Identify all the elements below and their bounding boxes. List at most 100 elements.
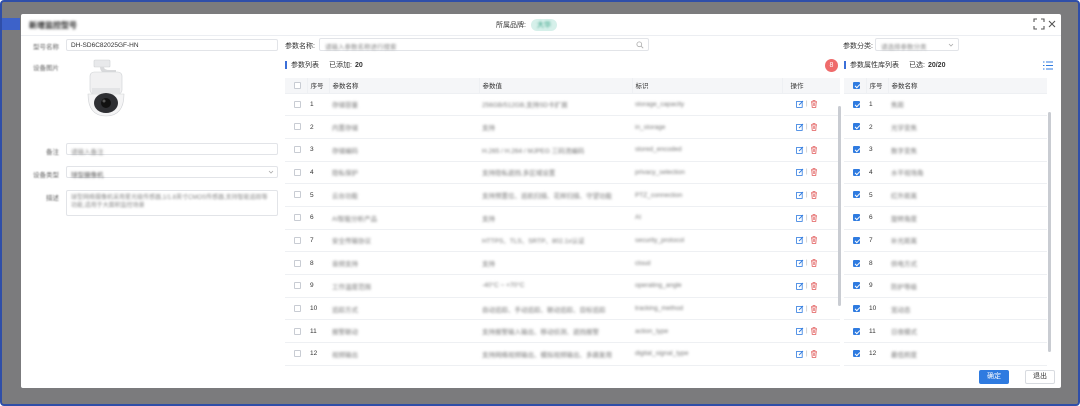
delete-badge[interactable]: 8 <box>825 59 838 72</box>
row-checkbox[interactable] <box>294 259 301 267</box>
edit-icon[interactable] <box>796 259 804 267</box>
row-checkbox[interactable] <box>853 168 860 176</box>
row-checkbox[interactable] <box>853 100 860 108</box>
row-checkbox-cell[interactable] <box>285 206 307 230</box>
select-all-cell[interactable] <box>844 78 866 94</box>
row-checkbox[interactable] <box>294 146 301 154</box>
row-checkbox-cell[interactable] <box>844 274 866 298</box>
delete-icon[interactable] <box>810 145 818 154</box>
row-checkbox-cell[interactable] <box>285 161 307 185</box>
delete-icon[interactable] <box>810 236 818 245</box>
row-checkbox[interactable] <box>294 100 301 108</box>
row-checkbox-cell[interactable] <box>844 138 866 162</box>
row-checkbox-cell[interactable] <box>285 229 307 253</box>
row-checkbox[interactable] <box>853 146 860 154</box>
list-item[interactable]: 4 水平视场角 <box>844 161 1047 185</box>
select-all-checkbox[interactable] <box>852 81 860 89</box>
row-checkbox-cell[interactable] <box>844 183 866 207</box>
select-all-cell[interactable] <box>285 78 307 94</box>
row-checkbox[interactable] <box>294 191 301 199</box>
delete-icon[interactable] <box>810 259 818 267</box>
row-checkbox-cell[interactable] <box>844 342 866 366</box>
delete-icon[interactable] <box>810 327 818 336</box>
row-checkbox-cell[interactable] <box>844 161 866 185</box>
row-checkbox[interactable] <box>853 191 860 199</box>
row-checkbox-cell[interactable] <box>285 297 307 321</box>
row-checkbox[interactable] <box>294 236 301 244</box>
list-item[interactable]: 12 最低照度 <box>844 342 1047 366</box>
table-row[interactable]: 9 工作温度范围 -40°C ~ +70°C operating_angle | <box>285 274 840 298</box>
edit-icon[interactable] <box>796 350 804 358</box>
library-table-scrollbar[interactable] <box>1048 112 1051 352</box>
param-table-scrollbar[interactable] <box>838 106 841 306</box>
edit-icon[interactable] <box>796 282 804 290</box>
table-row[interactable]: 1 存储容量 256GB/512GB,支持SD卡扩展 storage_capacity… <box>285 93 840 117</box>
table-row[interactable]: 11 报警联动 支持报警输入输出、移动侦测、遮挡报警 action_type | <box>285 319 840 344</box>
close-icon[interactable] <box>1047 19 1057 29</box>
row-checkbox-cell[interactable] <box>285 115 307 139</box>
confirm-button[interactable]: 确定 <box>979 370 1009 384</box>
table-row[interactable]: 10 追踪方式 自动追踪、手动追踪、联动追踪、目标追踪 tracking_method… <box>285 297 840 321</box>
table-row[interactable]: 2 内置存储 支持 in_storage | <box>285 115 840 139</box>
table-row[interactable]: 4 隐私保护 支持隐私遮挡,多区域设置 privacy_selection | <box>285 161 840 185</box>
list-item[interactable]: 6 旋转角度 <box>844 206 1047 230</box>
row-checkbox[interactable] <box>853 304 860 312</box>
row-checkbox-cell[interactable] <box>285 183 307 207</box>
delete-icon[interactable] <box>810 213 818 222</box>
edit-icon[interactable] <box>796 236 804 245</box>
row-checkbox[interactable] <box>853 350 860 358</box>
row-checkbox-cell[interactable] <box>844 206 866 230</box>
exit-button[interactable]: 退出 <box>1025 370 1055 384</box>
edit-icon[interactable] <box>796 327 804 336</box>
edit-icon[interactable] <box>796 146 804 154</box>
edit-icon[interactable] <box>796 168 804 177</box>
row-checkbox-cell[interactable] <box>844 319 866 344</box>
table-row[interactable]: 6 AI智能分析产品 支持 AI | <box>285 206 840 230</box>
delete-icon[interactable] <box>810 304 818 313</box>
edit-icon[interactable] <box>796 305 804 313</box>
table-row[interactable]: 8 音频支持 支持 cloud | <box>285 251 840 275</box>
category-select[interactable]: 请选择参数分类 <box>875 38 959 51</box>
row-checkbox[interactable] <box>294 123 301 131</box>
list-item[interactable]: 10 宽动态 <box>844 297 1047 321</box>
row-checkbox[interactable] <box>853 327 860 335</box>
list-item[interactable]: 9 防护等级 <box>844 274 1047 298</box>
search-icon[interactable] <box>636 41 644 49</box>
row-checkbox[interactable] <box>853 236 860 244</box>
delete-icon[interactable] <box>810 191 818 199</box>
row-checkbox[interactable] <box>294 304 301 312</box>
list-item[interactable]: 7 补光距离 <box>844 229 1047 253</box>
edit-icon[interactable] <box>796 214 804 222</box>
delete-icon[interactable] <box>810 100 818 109</box>
list-item[interactable]: 11 日夜模式 <box>844 319 1047 344</box>
table-row[interactable]: 3 存储编码 H.265 / H.264 / MJPEG 三码流编码 stored_e… <box>285 138 840 162</box>
select-all-checkbox[interactable] <box>293 81 301 89</box>
row-checkbox-cell[interactable] <box>844 229 866 253</box>
row-checkbox[interactable] <box>294 168 301 176</box>
description-textarea[interactable]: 球型网络摄像机采用星光级传感器,1/1.8英寸CMOS传感器,支持智能追踪等功能… <box>66 190 278 216</box>
param-search-input[interactable]: 请输入参数名称进行搜索 <box>319 38 649 51</box>
row-checkbox[interactable] <box>853 214 860 222</box>
row-checkbox-cell[interactable] <box>285 342 307 366</box>
row-checkbox[interactable] <box>294 350 301 358</box>
model-name-input[interactable]: DH-SD6C82025GF-HN <box>66 39 278 51</box>
row-checkbox[interactable] <box>294 282 301 290</box>
row-checkbox-cell[interactable] <box>844 93 866 117</box>
row-checkbox[interactable] <box>853 259 860 267</box>
delete-icon[interactable] <box>810 123 818 131</box>
delete-icon[interactable] <box>810 350 818 358</box>
row-checkbox-cell[interactable] <box>844 115 866 139</box>
row-checkbox-cell[interactable] <box>285 274 307 298</box>
delete-icon[interactable] <box>810 282 818 290</box>
table-row[interactable]: 5 云台功能 支持预置位、巡航扫描、花样扫描、守望功能 PTZ_connection | <box>285 183 840 207</box>
list-item[interactable]: 1 焦距 <box>844 93 1047 117</box>
row-checkbox[interactable] <box>853 123 860 131</box>
list-item[interactable]: 2 光学变焦 <box>844 115 1047 139</box>
list-item[interactable]: 5 红外距离 <box>844 183 1047 207</box>
edit-icon[interactable] <box>796 191 804 199</box>
edit-icon[interactable] <box>796 100 804 109</box>
table-row[interactable]: 7 安全传输协议 HTTPS、TLS、SRTP、802.1x认证 security_p… <box>285 229 840 253</box>
row-checkbox-cell[interactable] <box>844 297 866 321</box>
row-checkbox[interactable] <box>294 214 301 222</box>
row-checkbox-cell[interactable] <box>285 319 307 344</box>
